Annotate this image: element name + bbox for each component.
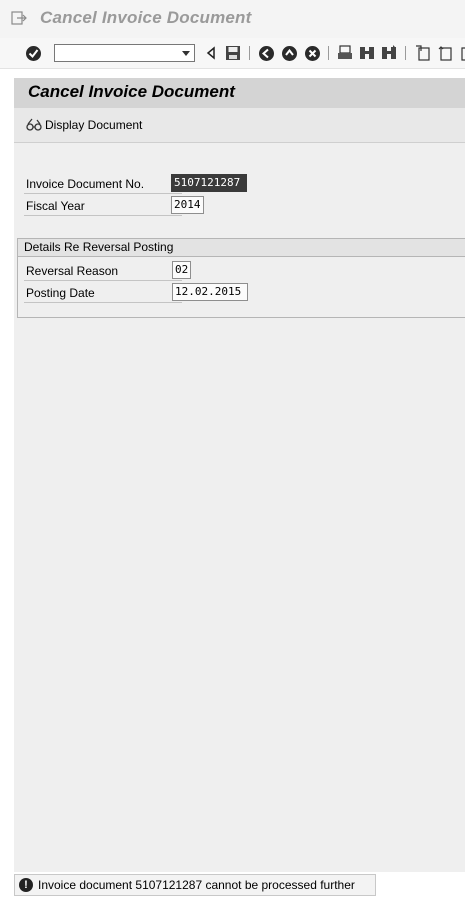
reversal-reason-label: Reversal Reason — [26, 264, 119, 278]
save-icon[interactable] — [223, 43, 243, 63]
label-underline — [24, 280, 182, 281]
toolbar-separator — [328, 46, 329, 60]
cancel-icon[interactable] — [302, 43, 322, 63]
back-arrow-icon[interactable] — [201, 43, 221, 63]
toolbar-separator — [405, 46, 406, 60]
command-field[interactable] — [54, 44, 195, 62]
transaction-icon[interactable] — [11, 11, 27, 25]
first-page-icon[interactable] — [413, 43, 433, 63]
screen-header: Cancel Invoice Document — [14, 78, 465, 108]
posting-date-field[interactable]: 12.02.2015 — [172, 283, 248, 301]
chevron-down-icon[interactable] — [182, 51, 190, 56]
group-header: Details Re Reversal Posting — [18, 239, 465, 257]
invoice-doc-field[interactable]: 5107121287 — [171, 174, 247, 192]
find-icon[interactable] — [357, 43, 377, 63]
print-icon[interactable] — [335, 43, 355, 63]
application-toolbar: Display Document — [14, 108, 465, 143]
window-title: Cancel Invoice Document — [40, 8, 252, 27]
exclamation-icon: ! — [19, 878, 33, 892]
screen-title: Cancel Invoice Document — [28, 82, 235, 101]
prev-page-icon[interactable] — [435, 43, 455, 63]
screen-area: Cancel Invoice Document Display Document… — [14, 78, 465, 872]
label-underline — [24, 302, 182, 303]
display-document-label: Display Document — [45, 118, 143, 132]
invoice-doc-label: Invoice Document No. — [26, 177, 145, 191]
display-document-button[interactable]: Display Document — [26, 117, 142, 133]
posting-date-label: Posting Date — [26, 286, 95, 300]
enter-check-icon[interactable] — [23, 43, 43, 63]
label-underline — [24, 193, 182, 194]
reversal-reason-field[interactable]: 02 — [172, 261, 191, 279]
fiscal-year-label: Fiscal Year — [26, 199, 85, 213]
group-title: Details Re Reversal Posting — [24, 240, 174, 254]
status-message: Invoice document 5107121287 cannot be pr… — [38, 878, 355, 892]
status-bar[interactable]: ! Invoice document 5107121287 cannot be … — [14, 874, 376, 896]
display-glasses-icon — [26, 118, 42, 131]
label-underline — [24, 215, 182, 216]
system-toolbar — [0, 38, 465, 69]
fiscal-year-field[interactable]: 2014 — [171, 196, 204, 214]
back-nav-icon[interactable] — [256, 43, 276, 63]
reversal-details-group: Details Re Reversal Posting Reversal Rea… — [17, 238, 465, 318]
next-page-icon[interactable] — [456, 43, 465, 63]
exit-icon[interactable] — [279, 43, 299, 63]
window-title-bar: Cancel Invoice Document — [0, 0, 465, 38]
toolbar-separator — [249, 46, 250, 60]
find-next-icon[interactable] — [379, 43, 399, 63]
